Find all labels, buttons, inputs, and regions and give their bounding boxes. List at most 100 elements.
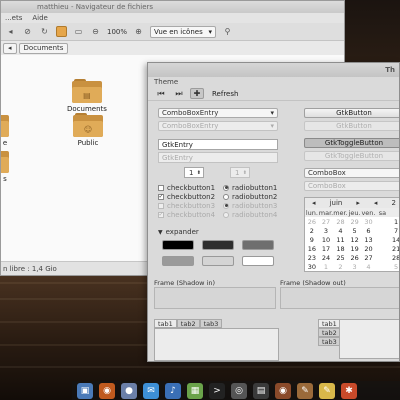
pidgin-icon[interactable]: ● [121, 382, 137, 399]
check-row[interactable]: checkbutton1 [158, 183, 215, 192]
calendar-day[interactable]: 19 [348, 244, 362, 253]
folder-public[interactable]: ☺ Public [73, 113, 103, 147]
calendar-day[interactable]: 14 [389, 235, 399, 244]
tab-3[interactable]: tab3 [199, 319, 223, 328]
photos-icon[interactable]: ▦ [187, 382, 203, 399]
menu-item-aide[interactable]: Aide [32, 14, 47, 22]
tab-2[interactable]: tab2 [318, 328, 341, 337]
finder-icon[interactable]: ▣ [77, 382, 93, 399]
home-folder-icon[interactable] [56, 26, 67, 37]
refresh-button[interactable]: Refresh [212, 90, 238, 98]
radio-row[interactable]: radiobutton2 [223, 192, 277, 201]
calendar[interactable]: ◂ juin ▸ ◂ 2 lun. mar. mer. jeu. ven. sa 26 27 2… [304, 197, 399, 272]
calendar-day[interactable]: 1 [319, 262, 333, 271]
folder-documents[interactable]: ▤ Documents [67, 79, 107, 113]
calendar-day[interactable]: 16 [305, 244, 319, 253]
gtk-entry[interactable]: GtkEntry [158, 139, 278, 150]
swatch-mid[interactable] [242, 240, 274, 250]
swatch-dark[interactable] [202, 240, 234, 250]
calendar-day[interactable]: 30 [305, 262, 319, 271]
swatch-gray[interactable] [162, 256, 194, 266]
prev-month-icon[interactable]: ◂ [312, 199, 316, 207]
last-icon[interactable]: ⏭ [172, 88, 186, 99]
calendar-day[interactable]: 12 [348, 235, 362, 244]
tab-3[interactable]: tab3 [318, 337, 341, 346]
theme-window-titlebar[interactable]: Th [148, 63, 399, 77]
calendar-day[interactable]: 2 [333, 262, 347, 271]
spin-button[interactable]: 1 ⬍ [184, 167, 204, 178]
search-icon[interactable]: ⚲ [222, 26, 233, 37]
prev-year-icon[interactable]: ◂ [374, 199, 378, 207]
calendar-day[interactable]: 6 [361, 226, 375, 235]
calendar-day[interactable]: 24 [319, 253, 333, 262]
tab-1[interactable]: tab1 [154, 319, 177, 328]
calendar-day[interactable]: 4 [361, 262, 375, 271]
calendar-day[interactable]: 28 [333, 217, 347, 226]
calendar-day[interactable]: 21 [389, 244, 399, 253]
swatch-light[interactable] [202, 256, 234, 266]
view-mode-select[interactable]: Vue en icônes ▾ [150, 25, 217, 38]
folder-partial-2[interactable]: s [1, 149, 9, 183]
radio-button-checked[interactable] [223, 184, 229, 191]
calendar-day[interactable]: 27 [361, 253, 375, 262]
calendar-day[interactable]: 2 [305, 226, 319, 235]
expander[interactable]: ▼ expander [158, 228, 199, 236]
tab-1[interactable]: tab1 [318, 319, 341, 328]
path-home-button[interactable]: ◂ [3, 42, 17, 54]
calendar-day[interactable]: 13 [361, 235, 375, 244]
paint-icon[interactable]: ✱ [341, 382, 357, 399]
calendar-day[interactable]: 5 [389, 262, 399, 271]
menu-item-objets[interactable]: ...ets [5, 14, 22, 22]
tab-2[interactable]: tab2 [176, 319, 200, 328]
radio-button[interactable] [223, 193, 229, 200]
calendar-day[interactable]: 26 [348, 253, 362, 262]
calendar-day[interactable]: 3 [319, 226, 333, 235]
calendar-grid[interactable]: lun. mar. mer. jeu. ven. sa 26 27 28 29 30 1 2 3 4 5 6 7 9… [305, 208, 399, 271]
draw-icon[interactable]: ✎ [297, 382, 313, 399]
media-icon[interactable]: ◉ [275, 382, 291, 399]
terminal-icon[interactable]: > [209, 382, 225, 399]
first-icon[interactable]: ⏮ [154, 88, 168, 99]
calendar-day[interactable]: 11 [333, 235, 347, 244]
combobox-entry[interactable]: ComboBoxEntry ▾ [158, 108, 278, 118]
folder-partial-1[interactable]: e [1, 113, 9, 147]
stop-icon[interactable]: ⊘ [22, 26, 33, 37]
calendar-day[interactable]: 1 [389, 217, 399, 226]
checkbox[interactable] [158, 184, 164, 191]
notes-icon[interactable]: ✎ [319, 382, 335, 399]
computer-icon[interactable]: ▭ [73, 26, 84, 37]
gtk-toggle-button[interactable]: GtkToggleButton [304, 138, 399, 148]
back-icon[interactable]: ◂ [5, 26, 16, 37]
calendar-day[interactable]: 17 [319, 244, 333, 253]
checkbox-checked[interactable]: ✓ [158, 193, 164, 200]
calendar-day[interactable]: 25 [333, 253, 347, 262]
firefox-icon[interactable]: ◉ [99, 382, 115, 399]
calendar-day[interactable]: 20 [361, 244, 375, 253]
file-manager-titlebar[interactable]: matthieu - Navigateur de fichiers [1, 1, 344, 13]
menu-item-theme[interactable]: Theme [154, 78, 178, 86]
gtk-button[interactable]: GtkButton [304, 108, 399, 118]
calendar-day[interactable]: 10 [319, 235, 333, 244]
calendar-day[interactable]: 28 [389, 253, 399, 262]
calendar-day[interactable]: 18 [333, 244, 347, 253]
swatch-white[interactable] [242, 256, 274, 266]
add-icon[interactable]: ✚ [190, 88, 204, 99]
combobox[interactable]: ComboBox [304, 168, 399, 178]
calendar-day[interactable]: 27 [319, 217, 333, 226]
calendar-day[interactable]: 29 [348, 217, 362, 226]
music-icon[interactable]: ♪ [165, 382, 181, 399]
dvd-icon[interactable]: ◎ [231, 382, 247, 399]
zoom-out-icon[interactable]: ⊖ [90, 26, 101, 37]
check-row[interactable]: ✓ checkbutton2 [158, 192, 215, 201]
path-button-documents[interactable]: Documents [18, 42, 69, 54]
calendar-day[interactable]: 3 [348, 262, 362, 271]
reload-icon[interactable]: ↻ [39, 26, 50, 37]
calendar-day[interactable]: 5 [348, 226, 362, 235]
calendar-day[interactable]: 4 [333, 226, 347, 235]
calendar-day[interactable]: 30 [361, 217, 375, 226]
spin-arrows-icon[interactable]: ⬍ [197, 170, 201, 176]
calendar-day[interactable]: 7 [389, 226, 399, 235]
zoom-in-icon[interactable]: ⊕ [133, 26, 144, 37]
next-month-icon[interactable]: ▸ [356, 199, 360, 207]
calendar-day[interactable]: 23 [305, 253, 319, 262]
